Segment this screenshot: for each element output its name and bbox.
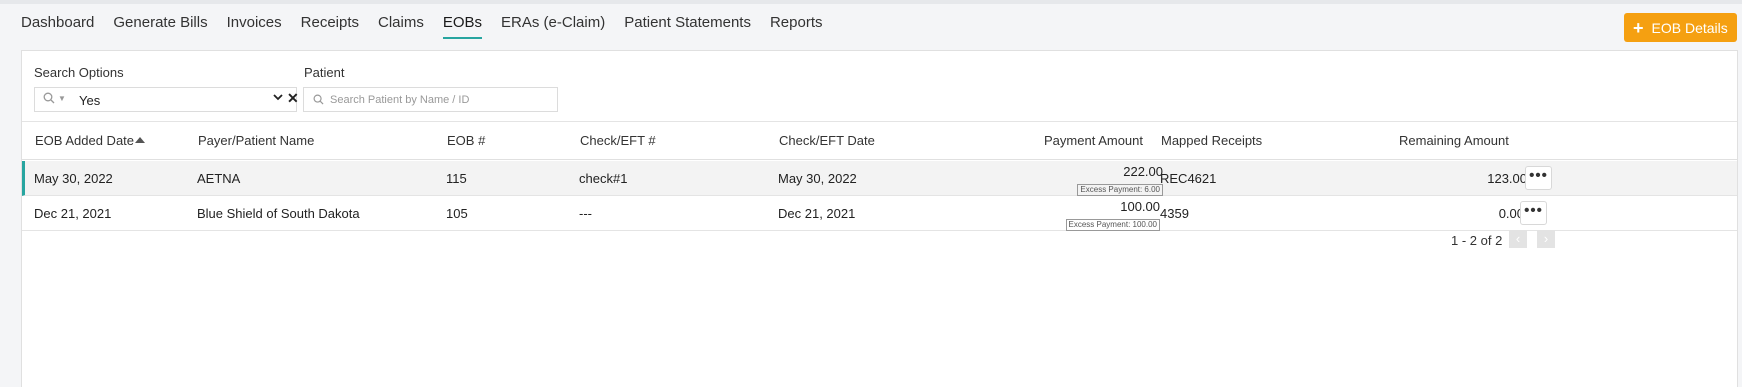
nav-tabs: Dashboard Generate Bills Invoices Receip… (21, 14, 842, 39)
prev-page-button[interactable]: ‹ (1509, 230, 1527, 248)
cell-eob: 115 (446, 171, 467, 186)
caret-down-icon: ▼ (58, 94, 66, 103)
payment-amount: 222.00 (1123, 164, 1163, 179)
cell-payer: AETNA (197, 171, 241, 186)
patient-label: Patient (304, 65, 345, 80)
cell-payment: 222.00 Excess Payment: 6.00 (1077, 164, 1163, 197)
col-check-number: Check/EFT # (580, 133, 656, 148)
col-eob-added-date[interactable]: EOB Added Date (35, 133, 134, 148)
clear-icon[interactable]: ✕ (287, 90, 299, 107)
eob-details-button[interactable]: + EOB Details (1624, 13, 1737, 42)
search-icon (43, 92, 55, 107)
tab-dashboard[interactable]: Dashboard (21, 14, 94, 39)
col-payment-amount: Payment Amount (1044, 133, 1143, 148)
cell-check: check#1 (579, 171, 628, 186)
col-check-date: Check/EFT Date (779, 133, 875, 148)
tab-eras[interactable]: ERAs (e-Claim) (501, 14, 605, 39)
tab-generate-bills[interactable]: Generate Bills (113, 14, 207, 39)
tab-receipts[interactable]: Receipts (301, 14, 359, 39)
table-row[interactable]: May 30, 2022 AETNA 115 check#1 May 30, 2… (22, 161, 1737, 196)
next-page-button[interactable]: › (1537, 230, 1555, 248)
tab-reports[interactable]: Reports (770, 14, 823, 39)
cell-check-date: Dec 21, 2021 (778, 206, 856, 221)
cell-payer: Blue Shield of South Dakota (197, 206, 360, 221)
col-eob-number: EOB # (447, 133, 486, 148)
search-options-value: Yes (79, 93, 101, 108)
col-remaining-amount: Remaining Amount (1399, 133, 1509, 148)
cell-receipts: REC4621 (1160, 171, 1217, 186)
col-mapped-receipts: Mapped Receipts (1161, 133, 1263, 148)
plus-icon: + (1633, 17, 1644, 38)
col-payer-name: Payer/Patient Name (198, 133, 315, 148)
cell-date: Dec 21, 2021 (34, 206, 112, 221)
tab-invoices[interactable]: Invoices (227, 14, 282, 39)
payment-amount: 100.00 (1120, 199, 1160, 214)
patient-search-input[interactable] (330, 91, 550, 109)
more-actions-button[interactable]: ••• (1520, 201, 1547, 225)
table-header: EOB Added Date Payer/Patient Name EOB # … (22, 122, 1737, 160)
cell-check-date: May 30, 2022 (778, 171, 857, 186)
tab-eobs[interactable]: EOBs (442, 14, 483, 39)
cell-check: --- (579, 206, 592, 221)
more-actions-button[interactable]: ••• (1525, 166, 1552, 190)
pagination-text: 1 - 2 of 2 (1451, 233, 1503, 248)
search-icon (313, 94, 324, 105)
cell-date: May 30, 2022 (34, 171, 113, 186)
excess-payment-badge: Excess Payment: 6.00 (1077, 184, 1163, 196)
cell-eob: 105 (446, 206, 468, 221)
search-options-label: Search Options (34, 65, 124, 80)
patient-search-field[interactable] (303, 87, 558, 112)
tab-patient-statements[interactable]: Patient Statements (624, 14, 751, 39)
sort-asc-icon[interactable] (135, 137, 145, 143)
filter-bar: Search Options ▼ Yes ✕ Patient (22, 51, 1737, 122)
eob-panel: Search Options ▼ Yes ✕ Patient EOB Added… (21, 50, 1738, 387)
chevron-down-icon[interactable] (273, 90, 283, 105)
tab-claims[interactable]: Claims (378, 14, 424, 39)
search-options-select[interactable]: ▼ Yes (34, 87, 297, 112)
pagination: 1 - 2 of 2 ‹ › (22, 225, 1737, 255)
eob-details-label: EOB Details (1651, 19, 1728, 36)
top-nav: Dashboard Generate Bills Invoices Receip… (0, 4, 1742, 50)
cell-receipts: 4359 (1160, 206, 1189, 221)
cell-remaining: 123.00 (1487, 171, 1527, 186)
